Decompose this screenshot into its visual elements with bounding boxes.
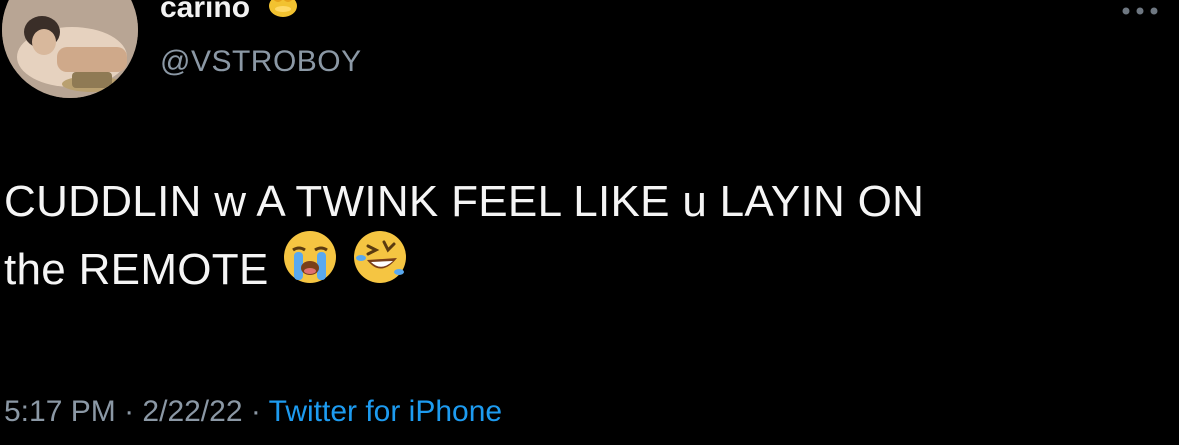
tweet-text-line-1: CUDDLIN w A TWINK FEEL LIKE u LAYIN ON: [4, 177, 925, 226]
tweet-time[interactable]: 5:17 PM: [4, 395, 116, 428]
tweet-text: CUDDLIN w A TWINK FEEL LIKE u LAYIN ON t…: [4, 168, 1164, 306]
meta-separator: ·: [250, 395, 261, 428]
crying-face-emoji-icon: [281, 228, 339, 306]
meta-separator: ·: [124, 395, 135, 428]
tweet-date[interactable]: 2/22/22: [142, 395, 242, 428]
more-options-icon[interactable]: [1119, 4, 1161, 18]
avatar[interactable]: [2, 0, 138, 98]
tweet-meta: 5:17 PM · 2/22/22 · Twitter for iPhone: [4, 392, 502, 432]
user-handle[interactable]: @VSTROBOY: [160, 44, 362, 80]
rolling-on-floor-laughing-emoji-icon: [351, 228, 409, 306]
tweet-text-line-2: the REMOTE: [4, 245, 269, 294]
display-name-text: cariño: [160, 0, 251, 24]
display-name[interactable]: cariño: [160, 0, 300, 28]
tweet-text-line-2-wrapper: the REMOTE: [4, 231, 1164, 306]
tweet-source-link[interactable]: Twitter for iPhone: [269, 395, 502, 428]
honey-pot-emoji-icon: [266, 0, 300, 28]
